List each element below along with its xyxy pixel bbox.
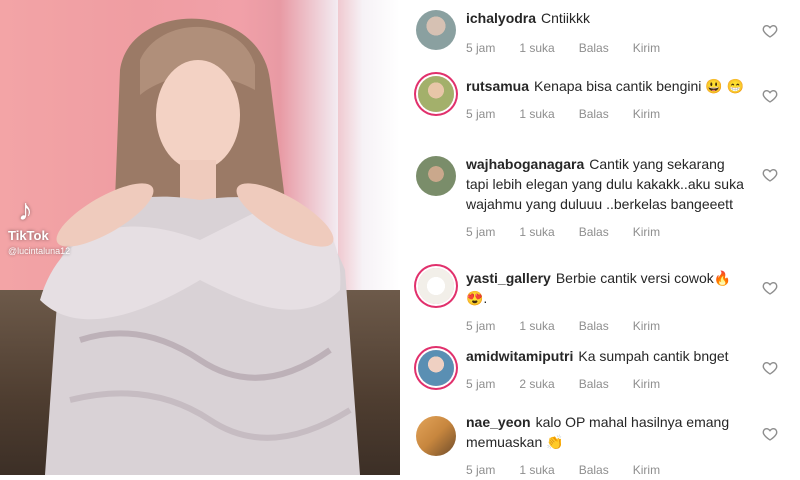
comment-likes[interactable]: 1 suka: [519, 316, 554, 336]
comment-time[interactable]: 5 jam: [466, 460, 495, 480]
comment-likes[interactable]: 2 suka: [519, 374, 554, 394]
comment-time[interactable]: 5 jam: [466, 316, 495, 336]
reply-button[interactable]: Balas: [579, 460, 609, 480]
avatar[interactable]: [416, 156, 456, 196]
comment-likes[interactable]: 1 suka: [519, 38, 554, 58]
send-button[interactable]: Kirim: [633, 104, 660, 124]
avatar[interactable]: [418, 268, 454, 304]
avatar[interactable]: [416, 416, 456, 456]
heart-icon[interactable]: [762, 88, 778, 104]
reply-button[interactable]: Balas: [579, 104, 609, 124]
tiktok-note-icon: ♪: [18, 194, 33, 227]
comment-time[interactable]: 5 jam: [466, 222, 495, 242]
comment-time[interactable]: 5 jam: [466, 374, 495, 394]
heart-icon[interactable]: [762, 167, 778, 183]
reply-button[interactable]: Balas: [579, 38, 609, 58]
send-button[interactable]: Kirim: [633, 374, 660, 394]
comment-username[interactable]: wajhaboganagara: [466, 156, 584, 172]
heart-icon[interactable]: [762, 23, 778, 39]
video-frame[interactable]: ♪ TikTok @lucintaluna12: [0, 0, 400, 475]
tiktok-watermark: ♪ TikTok @lucintaluna12: [8, 194, 71, 257]
avatar[interactable]: [418, 350, 454, 386]
tiktok-brand: TikTok: [8, 228, 49, 243]
comment-likes[interactable]: 1 suka: [519, 222, 554, 242]
send-button[interactable]: Kirim: [633, 460, 660, 480]
avatar[interactable]: [416, 10, 456, 50]
comment-text: Cntiikkk: [541, 10, 591, 26]
comment-username[interactable]: yasti_gallery: [466, 270, 551, 286]
comment-username[interactable]: ichalyodra: [466, 10, 536, 26]
send-button[interactable]: Kirim: [633, 222, 660, 242]
avatar[interactable]: [418, 76, 454, 112]
reply-button[interactable]: Balas: [579, 374, 609, 394]
comment-likes[interactable]: 1 suka: [519, 460, 554, 480]
comment-username[interactable]: rutsamua: [466, 78, 529, 94]
comment-time[interactable]: 5 jam: [466, 38, 495, 58]
heart-icon[interactable]: [762, 360, 778, 376]
heart-icon[interactable]: [762, 426, 778, 442]
send-button[interactable]: Kirim: [633, 316, 660, 336]
comment-text: Kenapa bisa cantik bengini 😃 😁: [534, 78, 745, 94]
reply-button[interactable]: Balas: [579, 316, 609, 336]
comment-text: Ka sumpah cantik bnget: [578, 348, 729, 364]
heart-icon[interactable]: [762, 280, 778, 296]
tiktok-handle: @lucintaluna12: [8, 246, 71, 256]
send-button[interactable]: Kirim: [633, 38, 660, 58]
comments-panel: ichalyodra Cntiikkk 5 jam 1 suka Balas Ki…: [400, 0, 800, 477]
reply-button[interactable]: Balas: [579, 222, 609, 242]
comment-time[interactable]: 5 jam: [466, 104, 495, 124]
comment-username[interactable]: nae_yeon: [466, 414, 531, 430]
comment-username[interactable]: amidwitamiputri: [466, 348, 573, 364]
comment-likes[interactable]: 1 suka: [519, 104, 554, 124]
